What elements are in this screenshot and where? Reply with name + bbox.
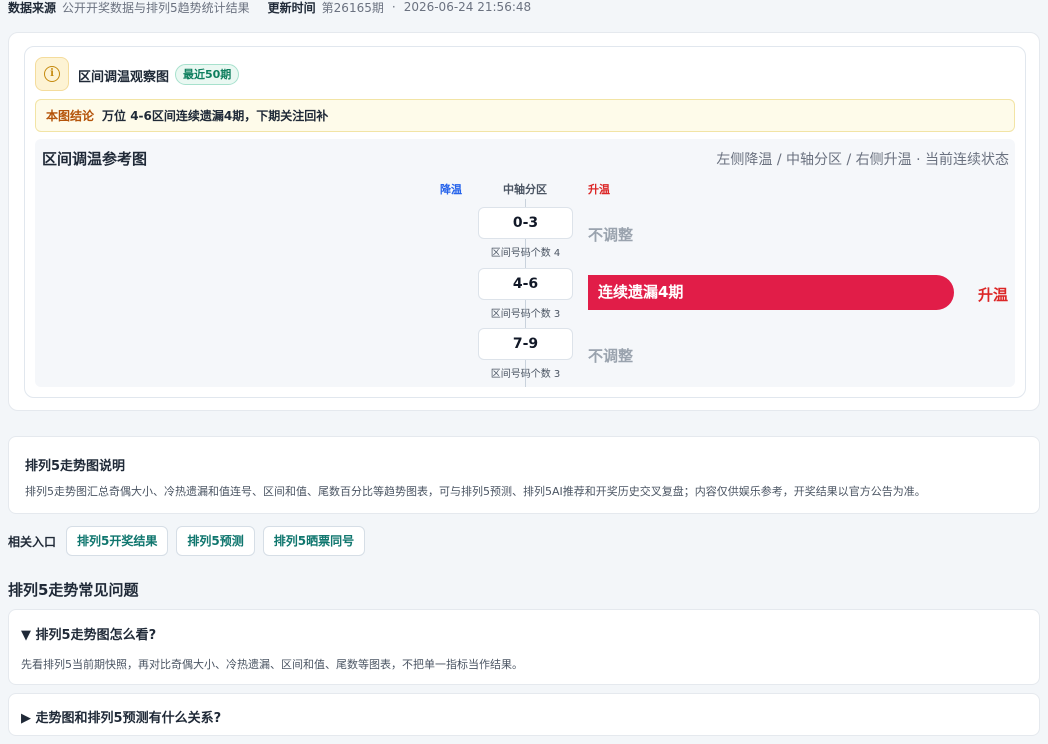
col-cool-label: 降温 [440,183,462,196]
observe-card: i 区间调温观察图 最近50期 本图结论 万位 4-6区间连续遗漏4期，下期关注… [8,32,1040,411]
link-predict[interactable]: 排列5预测 [176,526,255,556]
related-links: 相关入口 排列5开奖结果 排列5预测 排列5晒票同号 [8,526,373,556]
updated-label: 更新时间 [267,0,316,15]
zone-box-7-9: 7-9 [478,328,573,360]
zone-count-7-9: 区间号码个数 3 [490,369,561,380]
faq-question-1[interactable]: ▼ 排列5走势图怎么看? [21,624,156,643]
source-value: 公开开奖数据与排列5趋势统计结果 [62,0,250,15]
related-label: 相关入口 [8,534,57,549]
observe-title: 区间调温观察图 [78,70,170,85]
description-text: 排列5走势图汇总奇偶大小、冷热遗漏和值连号、区间和值、尾数百分比等趋势图表，可与… [25,485,926,498]
zone-count-0-3: 区间号码个数 4 [490,248,561,259]
zone-status-7-9: 不调整 [588,347,634,365]
faq-title: 排列5走势常见问题 [8,581,139,599]
observe-card-inner: i 区间调温观察图 最近50期 本图结论 万位 4-6区间连续遗漏4期，下期关注… [24,46,1026,398]
conclusion-label: 本图结论 [46,109,95,123]
description-card: 排列5走势图说明 排列5走势图汇总奇偶大小、冷热遗漏和值连号、区间和值、尾数百分… [8,436,1040,514]
zone-count-4-6: 区间号码个数 3 [490,309,561,320]
warm-tag-4-6: 升温 [978,286,1009,304]
conclusion-text: 万位 4-6区间连续遗漏4期，下期关注回补 [102,109,329,123]
col-axis-label: 中轴分区 [503,183,547,196]
faq-answer-1: 先看排列5当前期快照，再对比奇偶大小、冷热遗漏、区间和值、尾数等图表，不把单一指… [21,658,523,671]
faq-item-2[interactable]: ▶ 走势图和排列5预测有什么关系? [8,693,1040,736]
faq-item-1[interactable]: ▼ 排列5走势图怎么看? 先看排列5当前期快照，再对比奇偶大小、冷热遗漏、区间和… [8,609,1040,685]
link-same-ticket[interactable]: 排列5晒票同号 [262,526,366,556]
info-icon: i [35,57,69,91]
warm-bar-4-6: 连续遗漏4期 [588,275,954,310]
col-warm-label: 升温 [588,183,610,196]
chart-panel: 区间调温参考图 左侧降温 / 中轴分区 / 右侧升温 · 当前连续状态 降温 中… [35,139,1015,387]
update-timestamp: 2026-06-24 21:56:48 [403,0,532,14]
faq-question-2[interactable]: ▶ 走势图和排列5预测有什么关系? [21,707,221,726]
conclusion-banner: 本图结论 万位 4-6区间连续遗漏4期，下期关注回补 [35,99,1015,132]
chart-title: 区间调温参考图 [42,150,148,168]
description-title: 排列5走势图说明 [25,459,126,474]
meta-separator: · [391,0,396,14]
zone-box-0-3: 0-3 [478,207,573,239]
link-results[interactable]: 排列5开奖结果 [66,526,169,556]
source-label: 数据来源 [8,0,57,15]
issue-number: 第26165期 [321,0,384,15]
zone-status-0-3: 不调整 [588,226,634,244]
chart-note: 左侧降温 / 中轴分区 / 右侧升温 · 当前连续状态 [716,152,1009,168]
zone-box-4-6: 4-6 [478,268,573,300]
meta-bar: 数据来源 公开开奖数据与排列5趋势统计结果 更新时间 第26165期 · 202… [8,0,532,15]
period-badge: 最近50期 [175,64,240,85]
